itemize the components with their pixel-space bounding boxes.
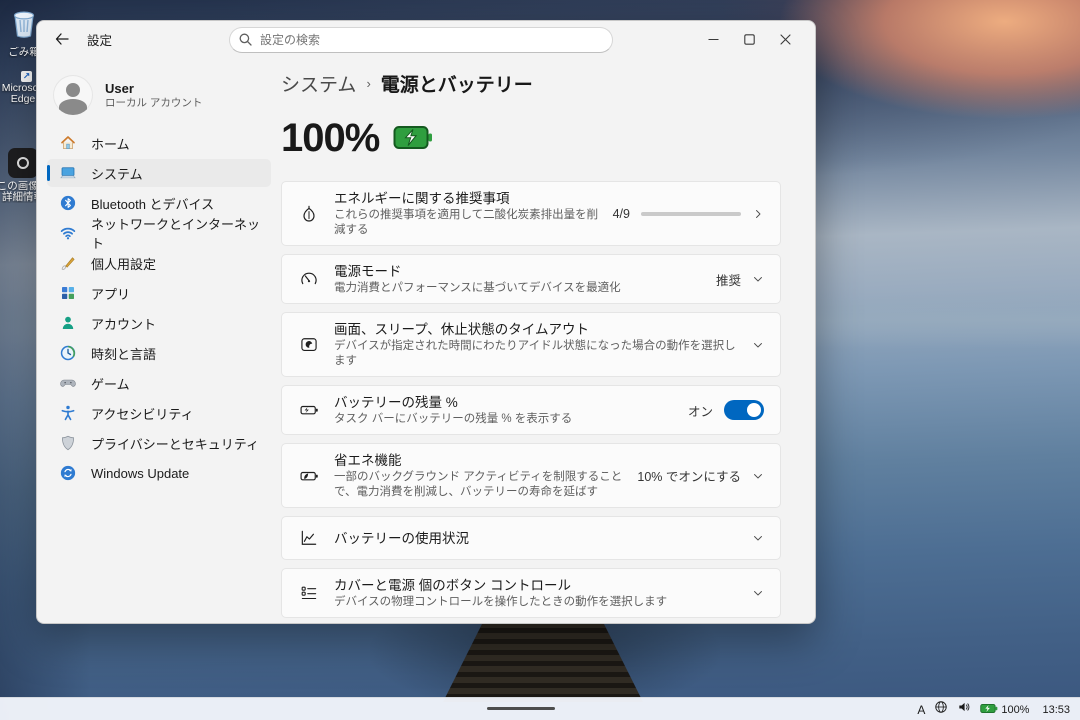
sidebar-item-apps[interactable]: アプリ bbox=[47, 279, 271, 307]
chevron-right-icon bbox=[752, 208, 764, 220]
maximize-button[interactable] bbox=[731, 21, 767, 57]
minimize-button[interactable] bbox=[695, 21, 731, 57]
chevron-down-icon bbox=[752, 339, 764, 351]
card-power-mode[interactable]: 電源モード 電力消費とパフォーマンスに基づいてデバイスを最適化 推奨 bbox=[281, 254, 781, 304]
close-button[interactable] bbox=[767, 21, 803, 57]
sidebar-item-bluetooth-devices[interactable]: Bluetooth とデバイス bbox=[47, 189, 271, 217]
sidebar-item-accessibility[interactable]: アクセシビリティ bbox=[47, 399, 271, 427]
selected-accent-bar bbox=[47, 165, 50, 181]
user-account-type: ローカル アカウント bbox=[105, 97, 202, 110]
bluetooth-icon bbox=[59, 194, 77, 212]
sidebar-item-accounts[interactable]: アカウント bbox=[47, 309, 271, 337]
sidebar-nav: ホーム システム Bluetooth とデバイス ネットワークとインターネット bbox=[37, 129, 281, 487]
chevron-down-icon bbox=[752, 470, 764, 482]
page-title: 電源とバッテリー bbox=[381, 70, 533, 97]
ime-indicator[interactable]: A bbox=[917, 703, 925, 717]
sidebar-item-home[interactable]: ホーム bbox=[47, 129, 271, 157]
speaker-icon[interactable] bbox=[957, 700, 971, 719]
toggle-state-label: オン bbox=[688, 401, 713, 420]
sidebar-item-privacy-security[interactable]: プライバシーとセキュリティ bbox=[47, 429, 271, 457]
card-lid-power-controls[interactable]: カバーと電源 個のボタン コントロール デバイスの物理コントロールを操作したとき… bbox=[281, 568, 781, 618]
card-energy-recommendations[interactable]: エネルギーに関する推奨事項 これらの推奨事項を適用して二酸化炭素排出量を削減する… bbox=[281, 181, 781, 246]
gaming-icon bbox=[59, 374, 77, 392]
user-name: User bbox=[105, 81, 202, 97]
energy-saver-value: 10% でオンにする bbox=[637, 466, 741, 485]
user-account-block[interactable]: User ローカル アカウント bbox=[53, 71, 281, 119]
search-icon bbox=[239, 33, 252, 51]
settings-window: 設定 bbox=[36, 20, 816, 624]
personalization-icon bbox=[59, 254, 77, 272]
battery-percent-value: 100% bbox=[281, 116, 379, 161]
breadcrumb-separator: › bbox=[366, 76, 370, 91]
system-tray: A 100% 13:53 bbox=[917, 698, 1074, 720]
avatar bbox=[53, 75, 93, 115]
settings-sidebar: User ローカル アカウント ホーム システム Bluetooth とデバイス bbox=[37, 57, 281, 623]
breadcrumb: システム › 電源とバッテリー bbox=[281, 69, 781, 97]
gauge-icon bbox=[298, 269, 320, 289]
energy-progress-label: 4/9 bbox=[613, 207, 630, 221]
chevron-down-icon bbox=[752, 587, 764, 599]
energy-progress-bar bbox=[641, 212, 741, 216]
time-language-icon bbox=[59, 344, 77, 362]
settings-cards: エネルギーに関する推奨事項 これらの推奨事項を適用して二酸化炭素排出量を削減する… bbox=[281, 181, 781, 618]
chevron-down-icon bbox=[752, 273, 764, 285]
accounts-icon bbox=[59, 314, 77, 332]
chevron-down-icon bbox=[752, 532, 764, 544]
energy-saver-battery-icon bbox=[298, 466, 320, 486]
back-button[interactable] bbox=[47, 26, 77, 52]
card-battery-usage[interactable]: バッテリーの使用状況 bbox=[281, 516, 781, 560]
privacy-shield-icon bbox=[59, 434, 77, 452]
system-icon bbox=[59, 164, 77, 182]
settings-search-input[interactable] bbox=[229, 27, 613, 53]
battery-hero: 100% bbox=[281, 113, 781, 163]
home-icon bbox=[59, 134, 77, 152]
card-battery-percentage[interactable]: バッテリーの残量 % タスク バーにバッテリーの残量 % を表示する オン bbox=[281, 385, 781, 435]
battery-percent-toggle[interactable] bbox=[724, 400, 764, 420]
accessibility-icon bbox=[59, 404, 77, 422]
settings-main: システム › 電源とバッテリー 100% エネルギーに関する推奨事項 これ bbox=[281, 57, 815, 623]
globe-icon[interactable] bbox=[934, 700, 948, 719]
power-mode-value: 推奨 bbox=[716, 270, 741, 289]
desktop: ごみ箱 ↗ Microsoft Edge この画像の詳細情報 設定 bbox=[0, 0, 1080, 720]
card-energy-saver[interactable]: 省エネ機能 一部のバックグラウンド アクティビティを制限することで、電力消費を削… bbox=[281, 443, 781, 508]
sidebar-item-windows-update[interactable]: Windows Update bbox=[47, 459, 271, 487]
battery-charging-icon bbox=[393, 124, 433, 156]
battery-percent-icon bbox=[298, 400, 320, 420]
card-screen-sleep-timeouts[interactable]: 画面、スリープ、休止状態のタイムアウト デバイスが指定された時間にわたりアイドル… bbox=[281, 312, 781, 377]
sidebar-item-personalization[interactable]: 個人用設定 bbox=[47, 249, 271, 277]
shortcut-arrow-icon: ↗ bbox=[21, 71, 32, 82]
taskbar-handle bbox=[487, 707, 555, 710]
windows-update-icon bbox=[59, 464, 77, 482]
controls-list-icon bbox=[298, 583, 320, 603]
network-icon bbox=[59, 224, 77, 242]
titlebar: 設定 bbox=[37, 21, 815, 57]
window-title: 設定 bbox=[87, 30, 112, 49]
clock[interactable]: 13:53 bbox=[1042, 704, 1070, 716]
apps-icon bbox=[59, 284, 77, 302]
tray-battery[interactable]: 100% bbox=[980, 701, 1029, 719]
breadcrumb-parent[interactable]: システム bbox=[281, 70, 356, 97]
leaf-icon bbox=[298, 204, 320, 224]
tray-battery-percent: 100% bbox=[1001, 704, 1029, 716]
sidebar-item-network-internet[interactable]: ネットワークとインターネット bbox=[47, 219, 271, 247]
taskbar[interactable]: A 100% 13:53 bbox=[0, 697, 1080, 720]
tray-battery-icon bbox=[980, 701, 998, 719]
sidebar-item-system[interactable]: システム bbox=[47, 159, 271, 187]
sidebar-item-gaming[interactable]: ゲーム bbox=[47, 369, 271, 397]
sidebar-item-time-language[interactable]: 時刻と言語 bbox=[47, 339, 271, 367]
screen-timeout-icon bbox=[298, 335, 320, 355]
chart-icon bbox=[298, 528, 320, 548]
